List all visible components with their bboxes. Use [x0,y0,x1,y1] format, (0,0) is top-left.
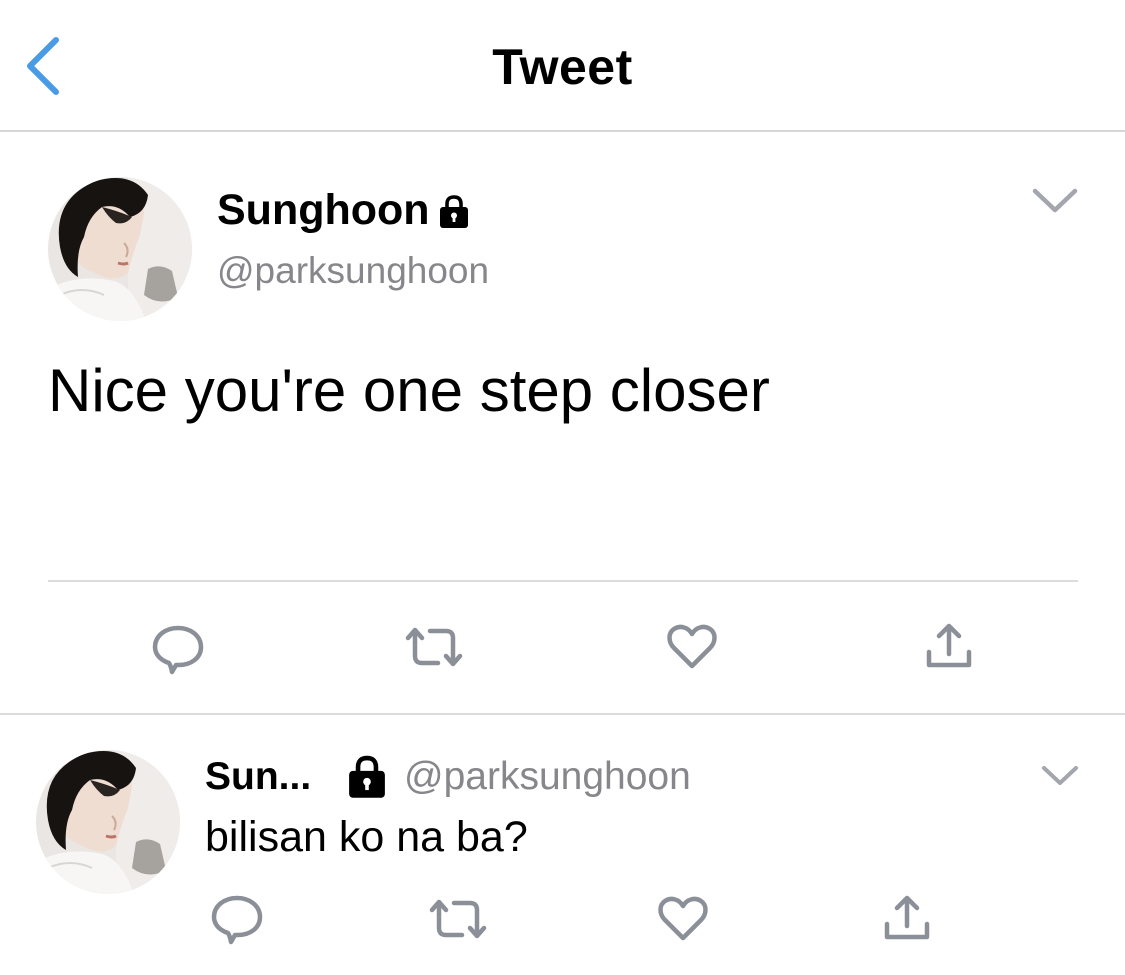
retweet-icon[interactable] [404,624,464,670]
avatar[interactable] [48,177,192,321]
divider [48,580,1078,582]
nav-bar: Tweet [0,0,1125,132]
lock-icon [440,195,468,228]
avatar[interactable] [36,750,180,894]
author-display-name[interactable]: Sunghoon [217,186,430,235]
reply-icon[interactable] [209,894,265,946]
avatar-photo [48,177,192,321]
reply-text: bilisan ko na ba? [205,813,528,861]
lock-icon [349,755,385,798]
share-icon[interactable] [882,894,932,942]
author-handle: @parksunghoon [217,250,490,291]
share-icon[interactable] [924,622,974,670]
page-title: Tweet [492,39,633,95]
like-icon[interactable] [656,896,710,942]
reply-icon[interactable] [150,624,206,676]
avatar-photo [36,750,180,894]
tweet-text: Nice you're one step closer [48,357,770,424]
divider [0,713,1125,715]
like-icon[interactable] [665,624,719,670]
reply-author-handle: @parksunghoon [404,755,691,798]
chevron-down-icon[interactable] [1040,764,1080,788]
reply-author-display-name[interactable]: Sun... [205,755,311,799]
retweet-icon[interactable] [428,896,488,942]
chevron-down-icon[interactable] [1030,186,1080,216]
